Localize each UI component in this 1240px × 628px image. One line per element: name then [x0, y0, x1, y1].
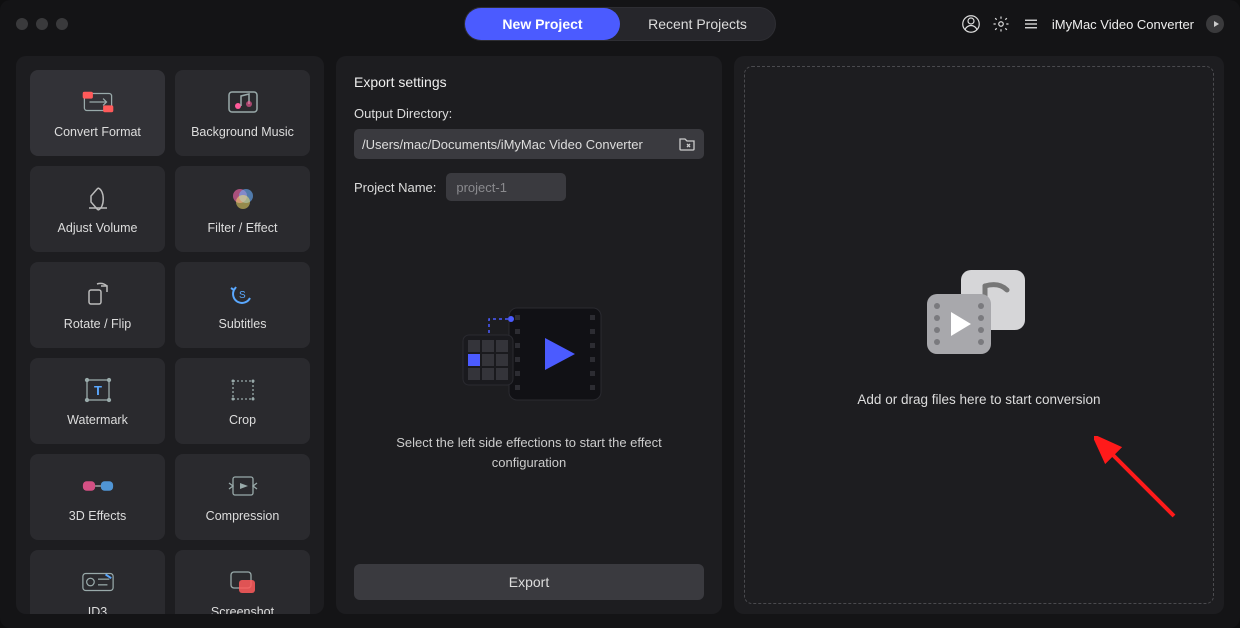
project-tabs: New Project Recent Projects	[464, 7, 776, 41]
tool-label: Background Music	[191, 125, 294, 139]
output-directory-field[interactable]: /Users/mac/Documents/iMyMac Video Conver…	[354, 129, 704, 159]
app-title: iMyMac Video Converter	[1052, 17, 1194, 32]
maximize-window-dot[interactable]	[56, 18, 68, 30]
tool-label: Filter / Effect	[208, 221, 278, 235]
svg-text:T: T	[94, 383, 102, 398]
drop-zone-text: Add or drag files here to start conversi…	[857, 392, 1100, 407]
drop-zone-illustration	[919, 264, 1039, 364]
tab-recent-projects[interactable]: Recent Projects	[620, 8, 775, 40]
tool-subtitles[interactable]: S Subtitles	[175, 262, 310, 348]
compression-icon	[226, 471, 260, 501]
tool-label: 3D Effects	[69, 509, 126, 523]
tool-rotate-flip[interactable]: Rotate / Flip	[30, 262, 165, 348]
tool-label: Crop	[229, 413, 256, 427]
tool-filter-effect[interactable]: Filter / Effect	[175, 166, 310, 252]
tool-3d-effects[interactable]: 3D Effects	[30, 454, 165, 540]
filter-icon	[226, 183, 260, 213]
convert-format-icon	[81, 87, 115, 117]
close-window-dot[interactable]	[16, 18, 28, 30]
glasses-icon	[81, 471, 115, 501]
minimize-window-dot[interactable]	[36, 18, 48, 30]
tool-compression[interactable]: Compression	[175, 454, 310, 540]
music-icon	[226, 87, 260, 117]
output-directory-value: /Users/mac/Documents/iMyMac Video Conver…	[362, 137, 678, 152]
drop-panel: Add or drag files here to start conversi…	[734, 56, 1224, 614]
tool-label: Compression	[206, 509, 280, 523]
svg-text:S: S	[239, 290, 246, 301]
tool-label: Rotate / Flip	[64, 317, 131, 331]
export-button[interactable]: Export	[354, 564, 704, 600]
export-panel: Export settings Output Directory: /Users…	[336, 56, 722, 614]
tool-label: Adjust Volume	[58, 221, 138, 235]
volume-icon	[81, 183, 115, 213]
id3-icon	[81, 567, 115, 597]
tool-convert-format[interactable]: Convert Format	[30, 70, 165, 156]
tool-watermark[interactable]: T Watermark	[30, 358, 165, 444]
tool-label: ID3	[88, 605, 107, 614]
tools-panel: Convert Format Background Music Adjust V…	[16, 56, 324, 614]
tool-background-music[interactable]: Background Music	[175, 70, 310, 156]
output-directory-label: Output Directory:	[354, 106, 704, 121]
tool-id3[interactable]: ID3	[30, 550, 165, 614]
effect-placeholder-illustration	[449, 293, 609, 413]
project-name-label: Project Name:	[354, 180, 436, 195]
tool-label: Watermark	[67, 413, 128, 427]
watermark-icon: T	[81, 375, 115, 405]
tool-label: Convert Format	[54, 125, 141, 139]
tab-new-project[interactable]: New Project	[465, 8, 620, 40]
file-drop-zone[interactable]: Add or drag files here to start conversi…	[744, 66, 1214, 604]
play-badge-icon[interactable]	[1206, 15, 1224, 33]
crop-icon	[226, 375, 260, 405]
browse-folder-icon[interactable]	[678, 136, 696, 152]
subtitles-icon: S	[226, 279, 260, 309]
tool-label: Screenshot	[211, 605, 274, 614]
tool-adjust-volume[interactable]: Adjust Volume	[30, 166, 165, 252]
effect-hint-text: Select the left side effections to start…	[354, 433, 704, 472]
menu-icon[interactable]	[1022, 15, 1040, 33]
export-heading: Export settings	[354, 74, 704, 90]
tool-label: Subtitles	[219, 317, 267, 331]
screenshot-icon	[226, 567, 260, 597]
project-name-input[interactable]	[446, 173, 566, 201]
window-controls[interactable]	[16, 18, 68, 30]
tool-screenshot[interactable]: Screenshot	[175, 550, 310, 614]
settings-icon[interactable]	[992, 15, 1010, 33]
account-icon[interactable]	[962, 15, 980, 33]
rotate-icon	[81, 279, 115, 309]
tool-crop[interactable]: Crop	[175, 358, 310, 444]
